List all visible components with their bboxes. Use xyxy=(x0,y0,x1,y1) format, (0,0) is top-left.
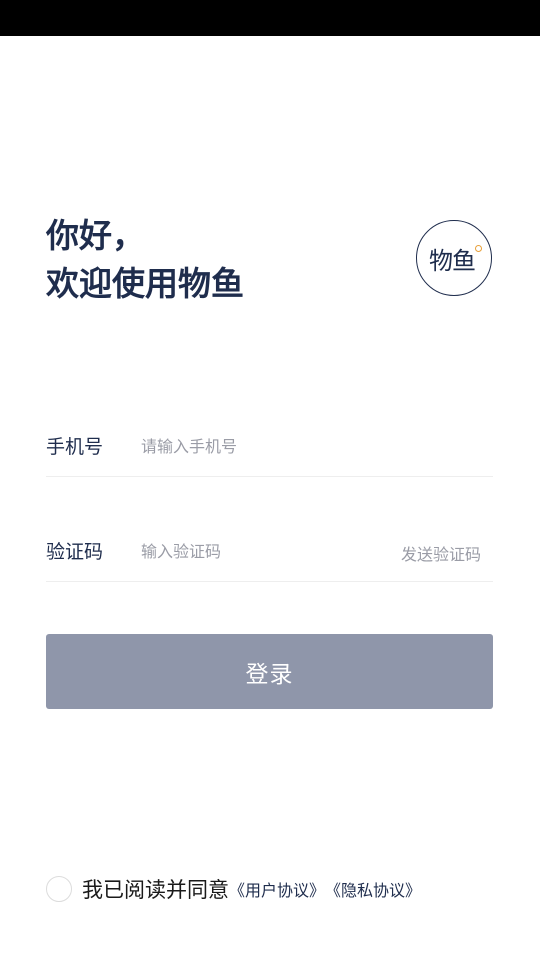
agreement-checkbox[interactable] xyxy=(46,876,72,902)
send-code-button[interactable]: 发送验证码 xyxy=(401,541,481,565)
greeting-line-1: 你好， xyxy=(46,216,145,255)
logo-dot-icon xyxy=(475,245,482,252)
phone-field: 手机号 xyxy=(46,416,493,477)
app-logo: 物鱼 xyxy=(416,220,492,296)
login-button[interactable]: 登录 xyxy=(46,634,493,709)
status-bar xyxy=(0,0,540,36)
code-input[interactable] xyxy=(141,533,371,569)
logo-text: 物鱼 xyxy=(429,246,476,275)
user-agreement-link[interactable]: 《用户协议》 xyxy=(229,877,325,901)
privacy-policy-link[interactable]: 《隐私协议》 xyxy=(325,877,421,901)
welcome-heading: 你好， 欢迎使用物鱼 xyxy=(46,212,244,308)
code-label: 验证码 xyxy=(46,541,104,563)
code-field: 验证码 发送验证码 xyxy=(46,521,493,582)
agreement-text: 我已阅读并同意 xyxy=(82,878,229,902)
phone-input[interactable] xyxy=(141,428,371,464)
greeting-line-2: 欢迎使用物鱼 xyxy=(46,264,244,303)
agreement-row: 我已阅读并同意 《用户协议》 《隐私协议》 xyxy=(46,874,421,904)
phone-label: 手机号 xyxy=(46,436,104,458)
